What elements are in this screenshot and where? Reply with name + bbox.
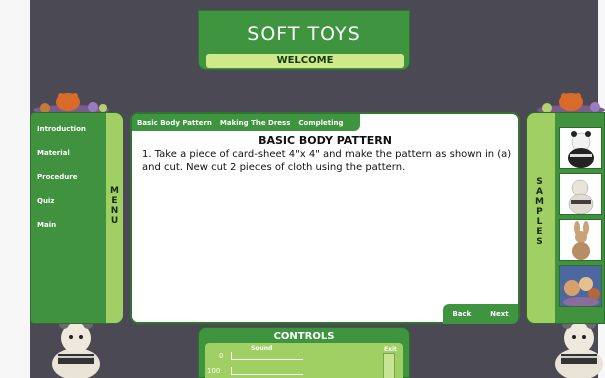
welcome-label: WELCOME <box>206 54 404 68</box>
menu-letter: M <box>110 186 119 196</box>
tab-completing[interactable]: Completing <box>298 119 343 127</box>
controls-inner: Sound Exit 0 100 <box>205 343 403 378</box>
menu-vertical-label: M E N U <box>110 186 119 226</box>
samples-vertical-label: S A M P L E S <box>535 177 544 247</box>
exit-button[interactable] <box>383 353 395 378</box>
samples-letter: A <box>536 187 543 197</box>
bunny-toy-icon <box>572 221 590 260</box>
toys-right-top-icon <box>537 93 605 114</box>
menu-list: Introduction Material Procedure Quiz Mai… <box>37 125 86 245</box>
controls-panel: CONTROLS Sound Exit 0 100 <box>198 327 410 378</box>
next-button[interactable]: Next <box>490 310 508 318</box>
samples-letter: L <box>536 217 543 227</box>
panda-toy-icon <box>568 131 594 168</box>
samples-letter: S <box>536 237 543 247</box>
menu-band: M E N U <box>106 113 123 323</box>
volume-slider-track-2[interactable] <box>231 374 303 375</box>
samples-letter: E <box>536 227 543 237</box>
sample-thumb-panda[interactable] <box>559 127 602 169</box>
volume-tick <box>231 367 232 374</box>
controls-title: CONTROLS <box>273 331 335 342</box>
menu-item-introduction[interactable]: Introduction <box>37 125 86 133</box>
menu-item-material[interactable]: Material <box>37 149 86 157</box>
sample-thumb-group[interactable] <box>559 265 602 307</box>
menu-item-procedure[interactable]: Procedure <box>37 173 86 181</box>
volume-min-label: 0 <box>219 352 224 360</box>
samples-letter: S <box>536 177 543 187</box>
samples-letter: P <box>536 207 543 217</box>
panda-toy-bottom-right-icon <box>555 319 603 378</box>
toys-left-top-icon <box>33 93 109 114</box>
menu-letter: U <box>110 216 119 226</box>
tab-making-the-dress[interactable]: Making The Dress <box>220 119 290 127</box>
volume-slider-track[interactable] <box>231 359 303 360</box>
sheep-toy-icon <box>568 179 594 214</box>
samples-letter: M <box>535 197 544 207</box>
volume-max-label: 100 <box>207 367 221 375</box>
left-border <box>0 0 30 378</box>
header-panel: SOFT TOYS WELCOME <box>198 10 410 70</box>
content-title: BASIC BODY PATTERN <box>258 134 392 147</box>
back-button[interactable]: Back <box>452 310 471 318</box>
sample-thumb-bunny[interactable] <box>559 219 602 261</box>
volume-tick <box>231 352 232 359</box>
nav-box: Back Next <box>443 304 518 324</box>
panda-toy-bottom-left-icon <box>52 319 100 378</box>
toy-group-icon <box>560 266 601 306</box>
exit-label: Exit <box>384 346 397 353</box>
content-body: 1. Take a piece of card-sheet 4"x 4" and… <box>142 149 512 173</box>
app-title: SOFT TOYS <box>247 23 361 45</box>
sample-thumb-sheep[interactable] <box>559 173 602 215</box>
tab-bar: Basic Body Pattern Making The Dress Comp… <box>132 114 360 131</box>
samples-band: S A M P L E S <box>527 113 555 323</box>
sound-label: Sound <box>251 345 273 352</box>
menu-panel: Introduction Material Procedure Quiz Mai… <box>30 112 123 324</box>
content-panel: Basic Body Pattern Making The Dress Comp… <box>130 112 520 324</box>
menu-letter: N <box>110 206 119 216</box>
menu-item-main[interactable]: Main <box>37 221 86 229</box>
menu-item-quiz[interactable]: Quiz <box>37 197 86 205</box>
samples-panel: S A M P L E S <box>526 112 605 324</box>
tab-basic-body-pattern[interactable]: Basic Body Pattern <box>137 119 212 127</box>
menu-letter: E <box>111 196 118 206</box>
